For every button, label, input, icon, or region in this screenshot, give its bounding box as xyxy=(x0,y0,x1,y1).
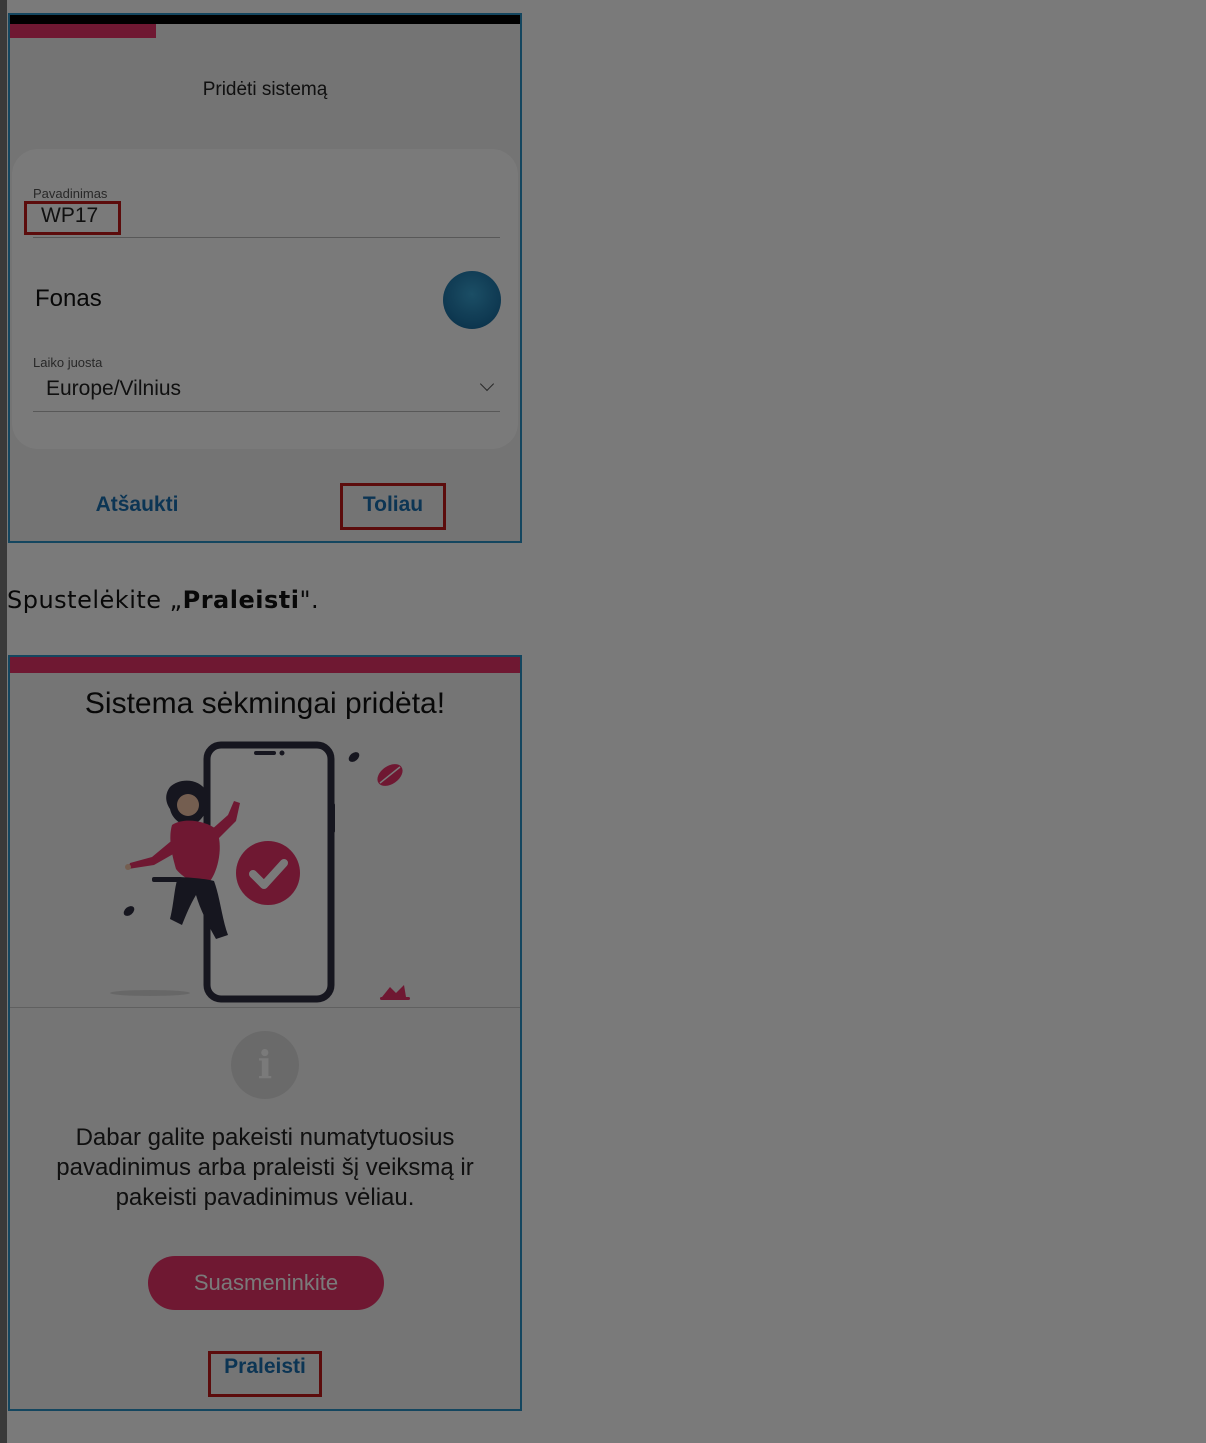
phone-camera xyxy=(279,750,285,756)
highlight-box-name xyxy=(24,201,121,235)
info-icon-glyph: i xyxy=(257,1042,273,1087)
customize-button[interactable]: Suasmeninkite xyxy=(148,1256,384,1310)
background-color-swatch[interactable] xyxy=(443,271,501,329)
instruction-prefix: Spustelėkite „ xyxy=(7,586,183,614)
progress-bar xyxy=(10,24,156,38)
chevron-down-icon[interactable] xyxy=(479,376,495,392)
section-divider xyxy=(10,1007,520,1008)
timezone-field-underline xyxy=(33,411,500,412)
name-field-label: Pavadinimas xyxy=(33,186,108,201)
screenshot-system-added: Sistema sėkmingai pridėta! i Dabar galit… xyxy=(8,655,522,1411)
instruction-bold: Praleisti xyxy=(182,586,300,614)
ground-shadow xyxy=(110,990,190,996)
instruction-text: Spustelėkite „Praleisti". xyxy=(7,586,319,614)
info-message: Dabar galite pakeisti numatytuosius pava… xyxy=(56,1124,474,1211)
page-top-edge xyxy=(528,0,1206,9)
highlight-box-next xyxy=(340,483,446,530)
status-bar xyxy=(10,15,520,24)
screenshot-add-system: Pridėti sistemą Pavadinimas WP17 Fonas L… xyxy=(8,13,522,543)
progress-bar xyxy=(10,657,520,673)
instruction-suffix: ". xyxy=(299,586,320,614)
background-label: Fonas xyxy=(35,285,102,312)
highlight-box-skip xyxy=(208,1351,322,1397)
timezone-field-label: Laiko juosta xyxy=(33,355,103,370)
cancel-button[interactable]: Atšaukti xyxy=(74,493,200,517)
timezone-select[interactable]: Europe/Vilnius xyxy=(46,377,181,401)
screen-title: Pridėti sistemą xyxy=(202,79,328,100)
name-field-underline xyxy=(33,237,500,238)
info-icon: i xyxy=(231,1031,299,1099)
success-title: Sistema sėkmingai pridėta! xyxy=(84,687,446,720)
phone-speaker xyxy=(254,751,276,755)
settings-card: Pavadinimas WP17 Fonas Laiko juosta Euro… xyxy=(12,149,518,449)
document-page: Pridėti sistemą Pavadinimas WP17 Fonas L… xyxy=(7,0,1206,1443)
check-circle-icon xyxy=(236,841,300,905)
phone-button xyxy=(331,803,335,833)
success-illustration xyxy=(110,741,410,1003)
